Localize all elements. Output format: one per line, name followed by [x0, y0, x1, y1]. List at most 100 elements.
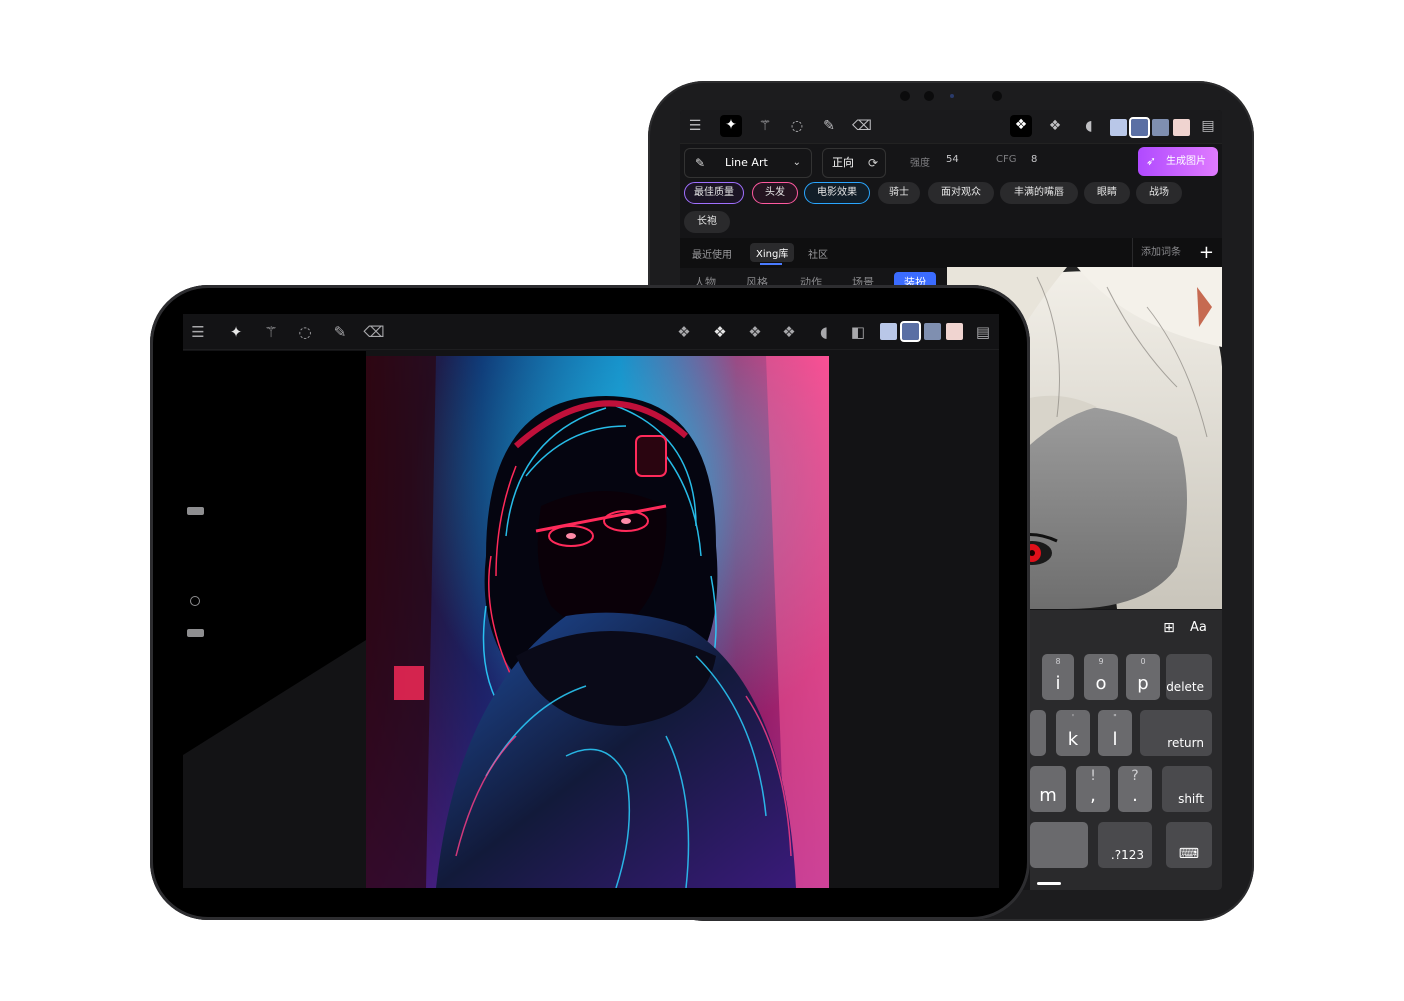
- key-char: i: [1055, 673, 1061, 694]
- color-swatch[interactable]: [924, 323, 941, 340]
- stamp-alt-icon[interactable]: ❖: [1044, 116, 1066, 138]
- home-indicator: [1037, 882, 1061, 885]
- key-k[interactable]: ' k: [1056, 710, 1090, 756]
- generate-label: 生成图片: [1166, 156, 1206, 167]
- refresh-icon[interactable]: ⟳: [868, 149, 878, 177]
- library-tab-bar: 最近使用 Xing库 社区 添加词条 +: [680, 238, 1222, 268]
- layers-icon[interactable]: ▤: [972, 321, 994, 343]
- menu-icon[interactable]: ☰: [684, 116, 706, 138]
- stamp-alt-icon[interactable]: ❖: [709, 321, 731, 343]
- model-dropdown[interactable]: ✎ Line Art ⌄: [684, 148, 812, 178]
- tag-chip[interactable]: 骑士: [878, 182, 920, 204]
- color-swatch-selected[interactable]: [1129, 117, 1150, 138]
- stage: ☰ ✦ ⚚ ◌ ✎ ⌫ ❖ ❖ ◖ ▤ ✎ Line Art ⌄ 正向 ⟳ 强度…: [0, 0, 1404, 1001]
- menu-icon[interactable]: ☰: [187, 321, 209, 343]
- generate-image-button[interactable]: ➶ 生成图片: [1138, 147, 1218, 176]
- key-o[interactable]: 9 o: [1084, 654, 1118, 700]
- table-icon[interactable]: ⊞: [1158, 618, 1180, 640]
- add-word-label: 添加词条: [1141, 247, 1181, 258]
- tag-chip[interactable]: 战场: [1136, 182, 1182, 204]
- leaf-icon[interactable]: ◖: [813, 321, 835, 343]
- on-screen-keyboard: ⊞ Aa 8 i 9 o 0 p delete ' k " l return m…: [1030, 610, 1222, 890]
- camera-dot: [992, 91, 1002, 101]
- side-panel-handle[interactable]: [187, 629, 204, 637]
- layers-icon[interactable]: ▤: [1197, 116, 1219, 138]
- brush-size-indicator[interactable]: [190, 596, 200, 606]
- eraser-icon[interactable]: ⌫: [851, 116, 873, 138]
- key-sup: 0: [1140, 657, 1146, 666]
- eraser-alt-icon[interactable]: ◧: [847, 321, 869, 343]
- color-swatch[interactable]: [880, 323, 897, 340]
- camera-dot: [924, 91, 934, 101]
- text-format-button[interactable]: Aa: [1190, 620, 1207, 635]
- add-word-button[interactable]: 添加词条 +: [1132, 238, 1222, 268]
- eraser-icon[interactable]: ⌫: [363, 321, 385, 343]
- sparkle-icon[interactable]: ✦: [225, 321, 247, 343]
- magic-wand-icon[interactable]: ⚚: [260, 321, 282, 343]
- stamp-icon[interactable]: ❖: [673, 321, 695, 343]
- key-partial[interactable]: [1030, 710, 1046, 756]
- delete-key-label: delete: [1166, 680, 1204, 694]
- color-swatch[interactable]: [946, 323, 963, 340]
- key-sup: !: [1090, 768, 1096, 784]
- tag-chip[interactable]: 长袍: [684, 211, 730, 233]
- color-swatch[interactable]: [1110, 119, 1127, 136]
- key-l[interactable]: " l: [1098, 710, 1132, 756]
- stamp-alt2-icon[interactable]: ❖: [744, 321, 766, 343]
- canvas-artwork[interactable]: [366, 356, 829, 888]
- camera-sensor: [950, 94, 954, 98]
- camera-strip: [890, 88, 1010, 104]
- key-period[interactable]: ? .: [1118, 766, 1152, 812]
- tab-recent[interactable]: 最近使用: [692, 246, 732, 261]
- shift-key[interactable]: shift: [1162, 766, 1212, 812]
- delete-key[interactable]: delete: [1166, 654, 1212, 700]
- front-toolbar: ☰ ✦ ⚚ ◌ ✎ ⌫ ❖ ❖ ❖ ❖ ◖ ◧ ▤: [183, 314, 999, 350]
- key-sup: ": [1113, 713, 1117, 722]
- leaf-icon[interactable]: ◖: [1078, 116, 1100, 138]
- plus-icon: +: [1198, 242, 1214, 263]
- tab-xing-library[interactable]: Xing库: [750, 243, 795, 262]
- strength-label: 强度: [910, 158, 930, 169]
- tag-chip[interactable]: 头发: [752, 182, 798, 204]
- numbers-key[interactable]: .?123: [1098, 822, 1152, 868]
- key-char: l: [1112, 729, 1118, 750]
- tag-chip[interactable]: 电影效果: [804, 182, 870, 204]
- tab-community[interactable]: 社区: [808, 246, 828, 261]
- key-comma[interactable]: ! ,: [1076, 766, 1110, 812]
- tag-chip[interactable]: 面对观众: [928, 182, 994, 204]
- stamp-alt3-icon[interactable]: ❖: [778, 321, 800, 343]
- direction-toggle[interactable]: 正向 ⟳: [822, 148, 886, 178]
- space-key[interactable]: [1030, 822, 1088, 868]
- lasso-icon[interactable]: ◌: [786, 116, 808, 138]
- color-swatch[interactable]: [1152, 119, 1169, 136]
- camera-dot: [900, 91, 910, 101]
- tag-chip[interactable]: 眼睛: [1084, 182, 1130, 204]
- magic-wand-icon[interactable]: ⚚: [754, 116, 776, 138]
- brush-icon[interactable]: ✎: [818, 116, 840, 138]
- stamp-icon[interactable]: ❖: [1010, 115, 1032, 137]
- cfg-label: CFG: [996, 154, 1017, 165]
- key-char: o: [1095, 673, 1107, 694]
- tag-chip[interactable]: 丰满的嘴唇: [1000, 182, 1078, 204]
- key-m[interactable]: m: [1030, 766, 1066, 812]
- color-swatch-selected[interactable]: [900, 321, 921, 342]
- color-swatch[interactable]: [1173, 119, 1190, 136]
- model-label: Line Art: [725, 156, 768, 169]
- active-tab-underline: [760, 263, 782, 265]
- lasso-icon[interactable]: ◌: [294, 321, 316, 343]
- brush-icon[interactable]: ✎: [329, 321, 351, 343]
- dismiss-keyboard-key[interactable]: ⌨: [1166, 822, 1212, 868]
- keyboard-dismiss-icon: ⌨: [1178, 846, 1199, 862]
- sparkle-icon[interactable]: ✦: [720, 115, 742, 137]
- cfg-value[interactable]: 8: [1031, 154, 1037, 165]
- key-i[interactable]: 8 i: [1042, 654, 1074, 700]
- key-p[interactable]: 0 p: [1126, 654, 1160, 700]
- tag-chip[interactable]: 最佳质量: [684, 182, 744, 204]
- return-key[interactable]: return: [1140, 710, 1212, 756]
- side-panel-handle[interactable]: [187, 507, 204, 515]
- key-sup: ': [1071, 713, 1075, 722]
- key-char: m: [1039, 785, 1057, 806]
- key-sup: 8: [1055, 657, 1061, 666]
- rocket-icon: ➶: [1146, 154, 1157, 168]
- strength-value[interactable]: 54: [946, 154, 959, 165]
